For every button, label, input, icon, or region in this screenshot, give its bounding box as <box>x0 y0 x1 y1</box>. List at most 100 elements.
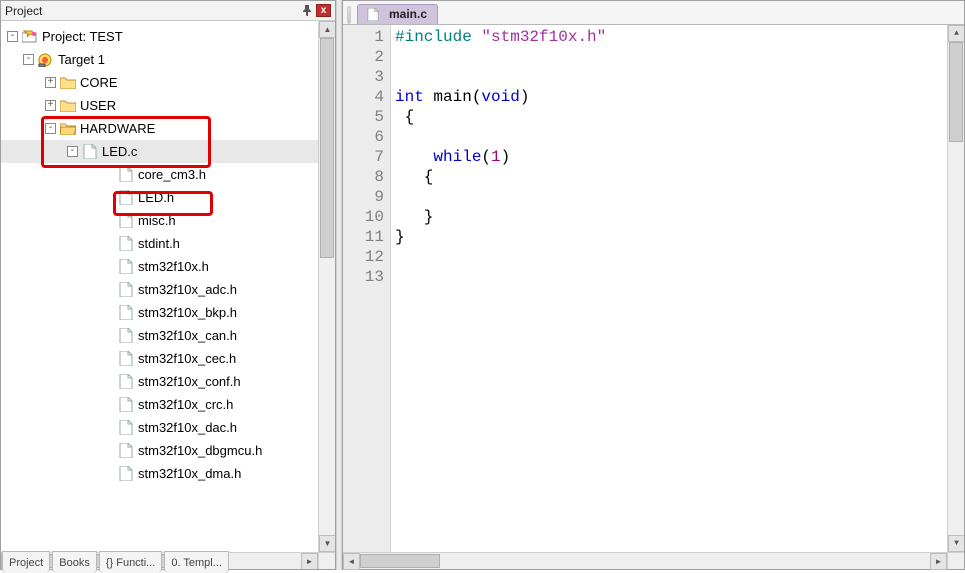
collapse-icon[interactable]: - <box>23 54 34 65</box>
h-file-icon <box>117 236 135 252</box>
tree-item-label: CORE <box>80 75 124 90</box>
tree-file[interactable]: LED.h <box>1 186 318 209</box>
tree-item-label: stm32f10x_bkp.h <box>138 305 243 320</box>
folder-icon <box>59 98 77 114</box>
vertical-scrollbar[interactable]: ▲ ▼ <box>318 21 335 552</box>
tree-file[interactable]: stm32f10x_dbgmcu.h <box>1 439 318 462</box>
tree-file[interactable]: stm32f10x_can.h <box>1 324 318 347</box>
tree-folder-core[interactable]: + CORE <box>1 71 318 94</box>
ide-root: Project x - Project: TEST <box>0 0 965 570</box>
spacer-icon <box>103 261 114 272</box>
editor-vertical-scrollbar[interactable]: ▲ ▼ <box>947 25 964 552</box>
h-file-icon <box>117 466 135 482</box>
spacer-icon <box>103 399 114 410</box>
tree-file[interactable]: stm32f10x_bkp.h <box>1 301 318 324</box>
h-file-icon <box>117 305 135 321</box>
c-file-icon <box>81 144 99 160</box>
tree-item-label: stm32f10x_can.h <box>138 328 243 343</box>
spacer-icon <box>103 468 114 479</box>
tree-item-label: stm32f10x_crc.h <box>138 397 239 412</box>
spacer-icon <box>103 284 114 295</box>
scroll-down-button[interactable]: ▼ <box>948 535 964 552</box>
project-tree[interactable]: - Project: TEST - Target 1 <box>1 21 318 489</box>
scroll-right-button[interactable]: ► <box>301 553 318 569</box>
editor-panel: main.c 12345678910111213 #include "stm32… <box>342 0 965 570</box>
tree-item-label: HARDWARE <box>80 121 161 136</box>
editor-tab-row: main.c <box>343 1 964 25</box>
tree-file[interactable]: stdint.h <box>1 232 318 255</box>
tree-file[interactable]: misc.h <box>1 209 318 232</box>
line-gutter: 12345678910111213 <box>343 25 391 552</box>
h-file-icon <box>117 328 135 344</box>
scroll-thumb[interactable] <box>360 554 440 568</box>
tree-item-label: Target 1 <box>58 52 111 67</box>
project-icon <box>21 29 39 45</box>
scroll-up-button[interactable]: ▲ <box>319 21 335 38</box>
editor-horizontal-scrollbar[interactable]: ◄ ► <box>343 552 964 569</box>
scroll-down-button[interactable]: ▼ <box>319 535 335 552</box>
editor-tab-main-c[interactable]: main.c <box>357 4 438 24</box>
tree-item-label: stm32f10x.h <box>138 259 215 274</box>
editor-body: 12345678910111213 #include "stm32f10x.h"… <box>343 25 964 552</box>
spacer-icon <box>103 238 114 249</box>
tree-folder-user[interactable]: + USER <box>1 94 318 117</box>
scroll-corner <box>318 552 335 569</box>
tree-item-label: LED.h <box>138 190 180 205</box>
collapse-icon[interactable]: - <box>67 146 78 157</box>
h-file-icon <box>117 351 135 367</box>
spacer-icon <box>103 353 114 364</box>
collapse-icon[interactable]: - <box>45 123 56 134</box>
close-panel-button[interactable]: x <box>316 4 331 17</box>
tree-target[interactable]: - Target 1 <box>1 48 318 71</box>
collapse-icon[interactable]: - <box>7 31 18 42</box>
spacer-icon <box>103 330 114 341</box>
tab-grip-icon[interactable] <box>347 6 351 24</box>
h-file-icon <box>117 190 135 206</box>
tree-file[interactable]: stm32f10x_dma.h <box>1 462 318 485</box>
scroll-corner <box>947 553 964 569</box>
h-file-icon <box>117 443 135 459</box>
tree-file[interactable]: stm32f10x_cec.h <box>1 347 318 370</box>
h-file-icon <box>117 374 135 390</box>
scroll-thumb[interactable] <box>949 42 963 142</box>
tree-item-label: stm32f10x_cec.h <box>138 351 242 366</box>
scroll-up-button[interactable]: ▲ <box>948 25 964 42</box>
c-file-icon <box>364 6 382 22</box>
tree-file[interactable]: stm32f10x.h <box>1 255 318 278</box>
folder-open-icon <box>59 121 77 137</box>
pin-icon[interactable] <box>299 4 314 17</box>
h-file-icon <box>117 213 135 229</box>
code-area[interactable]: #include "stm32f10x.h"int main(void) { w… <box>391 25 947 552</box>
tree-file[interactable]: stm32f10x_adc.h <box>1 278 318 301</box>
tree-item-label: core_cm3.h <box>138 167 212 182</box>
tree-item-label: Project: TEST <box>42 29 129 44</box>
spacer-icon <box>103 215 114 226</box>
spacer-icon <box>103 169 114 180</box>
folder-icon <box>59 75 77 91</box>
scroll-thumb[interactable] <box>320 38 334 258</box>
expand-icon[interactable]: + <box>45 77 56 88</box>
tree-item-label: stm32f10x_dac.h <box>138 420 243 435</box>
h-file-icon <box>117 282 135 298</box>
h-file-icon <box>117 167 135 183</box>
h-file-icon <box>117 420 135 436</box>
spacer-icon <box>103 307 114 318</box>
spacer-icon <box>103 422 114 433</box>
h-file-icon <box>117 259 135 275</box>
project-panel-body: - Project: TEST - Target 1 <box>1 21 335 569</box>
tree-item-label: stm32f10x_conf.h <box>138 374 247 389</box>
project-panel-title: Project <box>5 4 297 18</box>
scroll-left-button[interactable]: ◄ <box>343 553 360 570</box>
project-panel-header: Project x <box>1 1 335 21</box>
tree-root[interactable]: - Project: TEST <box>1 25 318 48</box>
tree-file[interactable]: stm32f10x_dac.h <box>1 416 318 439</box>
tree-folder-hardware[interactable]: - HARDWARE <box>1 117 318 140</box>
tree-file-led-c[interactable]: - LED.c <box>1 140 318 163</box>
tree-file[interactable]: stm32f10x_conf.h <box>1 370 318 393</box>
tree-item-label: LED.c <box>102 144 143 159</box>
tree-file[interactable]: stm32f10x_crc.h <box>1 393 318 416</box>
tree-item-label: misc.h <box>138 213 182 228</box>
scroll-right-button[interactable]: ► <box>930 553 947 570</box>
tree-file[interactable]: core_cm3.h <box>1 163 318 186</box>
expand-icon[interactable]: + <box>45 100 56 111</box>
